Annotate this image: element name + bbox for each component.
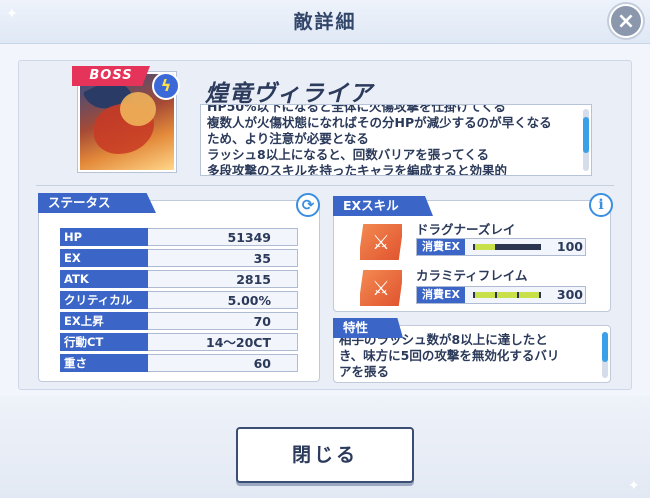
stat-value: 35 [148,249,298,267]
skill-cost-value: 300 [556,287,583,302]
close-icon[interactable]: × [609,4,643,38]
enemy-name: 煌竜ヴィライア [205,81,373,107]
trait-scroll-thumb[interactable] [602,332,608,362]
stat-label: ATK [60,270,148,288]
ex-cost-gauge [473,244,541,250]
section-divider [36,185,614,186]
sword-skill-icon[interactable]: ⚔ [358,268,404,308]
ex-gauge-segment [475,244,495,250]
description-line: 複数人が火傷状態になればその分HPが減少するのが早くなる [207,115,552,130]
skill-cost-box: 消費EX 300 [416,286,586,304]
description-scrollbar[interactable] [583,109,589,171]
stat-row-ex: EX 35 [60,249,300,267]
stat-value: 2815 [148,270,298,288]
description-line: ため、より注意が必要となる [207,131,369,146]
stat-label: HP [60,228,148,246]
stat-value: 14〜20CT [148,333,298,351]
ex-gauge-segment [497,292,517,298]
sparkle-icon: ✦ [6,6,18,22]
description-line: 多段攻撃のスキルを持ったキャラを編成すると効果的 [207,163,508,176]
stat-value: 51349 [148,228,298,246]
stat-value: 70 [148,312,298,330]
cost-label: 消費EX [417,239,465,255]
page-title: 敵詳細 [293,11,357,33]
ex-skill-section-title: EXスキル [333,196,433,216]
stat-row-weight: 重さ 60 [60,354,300,372]
stat-row-ex-gain: EX上昇 70 [60,312,300,330]
stat-label: 重さ [60,354,148,372]
description-line: HP50%以下になると全体に火傷攻撃を仕掛けてくる [207,104,506,114]
thunder-element-icon: ϟ [152,72,180,100]
status-section-title: ステータス [38,193,156,213]
trait-line: アを張る [339,364,390,379]
stat-row-atk: ATK 2815 [60,270,300,288]
stat-label: クリティカル [60,291,148,309]
stat-label: EX [60,249,148,267]
skill-cost-box: 消費EX 100 [416,238,586,256]
stat-row-critical: クリティカル 5.00% [60,291,300,309]
stat-value: 5.00% [148,291,298,309]
trait-line: き、味方に5回の攻撃を無効化するバリ [339,348,560,363]
stat-label: EX上昇 [60,312,148,330]
skill-name: カラミティフレイム [416,268,528,283]
stat-row-action-ct: 行動CT 14〜20CT [60,333,300,351]
header-bar: 敵詳細 ✦ [0,0,650,44]
stat-value: 60 [148,354,298,372]
stat-label: 行動CT [60,333,148,351]
close-button[interactable]: 閉じる [236,427,414,483]
boss-badge: BOSS [72,66,150,86]
skill-name: ドラグナーズレイ [416,222,516,237]
skill-cost-value: 100 [556,239,583,254]
ex-gauge-segment [475,292,495,298]
cost-label: 消費EX [417,287,465,303]
refresh-icon[interactable]: ⟳ [296,193,320,217]
sword-skill-icon[interactable]: ⚔ [358,222,404,262]
stat-row-hp: HP 51349 [60,228,300,246]
description-line: ラッシュ8以上になると、回数バリアを張ってくる [207,147,489,162]
trait-scrollbar[interactable] [602,332,608,378]
ex-cost-gauge [473,292,541,298]
sparkle-icon: ✦ [628,478,640,494]
info-icon[interactable]: i [589,193,613,217]
ex-gauge-segment [519,292,539,298]
trait-section-title: 特性 [333,318,403,338]
description-scroll-thumb[interactable] [583,117,589,153]
enemy-description-box[interactable]: HP50%以下になると全体に火傷攻撃を仕掛けてくる 複数人が火傷状態になればその… [200,104,592,176]
